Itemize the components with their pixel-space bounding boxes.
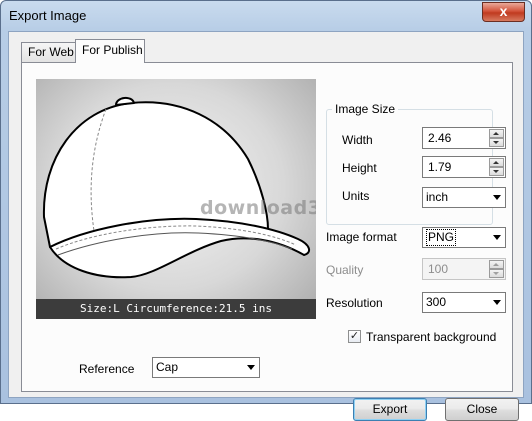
tab-for-publish[interactable]: For Publish xyxy=(75,39,145,63)
height-down-button[interactable] xyxy=(489,167,504,176)
quality-up-button xyxy=(489,260,504,269)
title-bar[interactable]: Export Image x xyxy=(1,1,531,31)
image-size-title: Image Size xyxy=(332,102,399,116)
chevron-down-icon xyxy=(493,235,501,240)
close-button[interactable]: Close xyxy=(445,398,519,421)
chevron-down-icon xyxy=(247,365,255,370)
reference-select[interactable]: Cap xyxy=(152,357,260,378)
height-value: 1.79 xyxy=(428,160,452,174)
height-label: Height xyxy=(342,161,377,175)
transparent-background-label[interactable]: Transparent background xyxy=(366,330,496,344)
export-image-dialog: Export Image x For Web For Publish downl… xyxy=(0,0,532,421)
cap-preview: download3k Size:L Circumference:21.5 ins xyxy=(36,79,316,319)
resolution-label: Resolution xyxy=(326,296,383,310)
units-label: Units xyxy=(342,189,370,203)
spin-up-icon xyxy=(493,161,499,164)
dialog-body: For Web For Publish download3 Size:L Cir… xyxy=(8,31,524,421)
quality-label: Quality xyxy=(326,263,364,277)
chevron-down-icon xyxy=(493,300,501,305)
width-input[interactable]: 2.46 xyxy=(422,127,506,149)
width-down-button[interactable] xyxy=(489,138,504,147)
quality-down-button xyxy=(489,269,504,278)
height-spinner[interactable] xyxy=(489,158,504,176)
units-value: inch xyxy=(426,190,449,204)
image-format-value: PNG xyxy=(426,229,457,246)
spin-down-icon xyxy=(493,272,499,275)
spin-up-icon xyxy=(493,132,499,135)
watermark: download3k xyxy=(200,197,316,219)
preview-caption: Size:L Circumference:21.5 ins xyxy=(36,299,316,319)
resolution-value: 300 xyxy=(426,295,447,309)
transparent-background-checkbox[interactable]: ✓ xyxy=(348,330,361,343)
quality-input: 100 xyxy=(422,258,506,280)
close-icon: x xyxy=(499,3,508,19)
width-up-button[interactable] xyxy=(489,129,504,138)
image-format-select[interactable]: PNG xyxy=(422,227,506,248)
quality-value: 100 xyxy=(428,262,449,276)
width-spinner[interactable] xyxy=(489,129,504,147)
height-input[interactable]: 1.79 xyxy=(422,156,506,178)
quality-spinner xyxy=(489,260,504,278)
tab-for-web[interactable]: For Web xyxy=(21,42,76,63)
reference-label: Reference xyxy=(79,362,135,376)
height-up-button[interactable] xyxy=(489,158,504,167)
width-label: Width xyxy=(342,133,373,147)
spin-down-icon xyxy=(493,141,499,144)
for-publish-panel: download3k Size:L Circumference:21.5 ins… xyxy=(21,62,519,421)
window-title: Export Image xyxy=(9,8,87,23)
chevron-down-icon xyxy=(493,195,501,200)
checkmark-icon: ✓ xyxy=(349,330,360,342)
export-button[interactable]: Export xyxy=(353,398,427,421)
spin-up-icon xyxy=(493,263,499,266)
window-close-button[interactable]: x xyxy=(482,2,525,22)
image-format-label: Image format xyxy=(326,230,397,244)
spin-down-icon xyxy=(493,170,499,173)
width-value: 2.46 xyxy=(428,131,452,145)
units-select[interactable]: inch xyxy=(422,187,506,208)
resolution-select[interactable]: 300 xyxy=(422,292,506,313)
reference-value: Cap xyxy=(156,360,179,374)
